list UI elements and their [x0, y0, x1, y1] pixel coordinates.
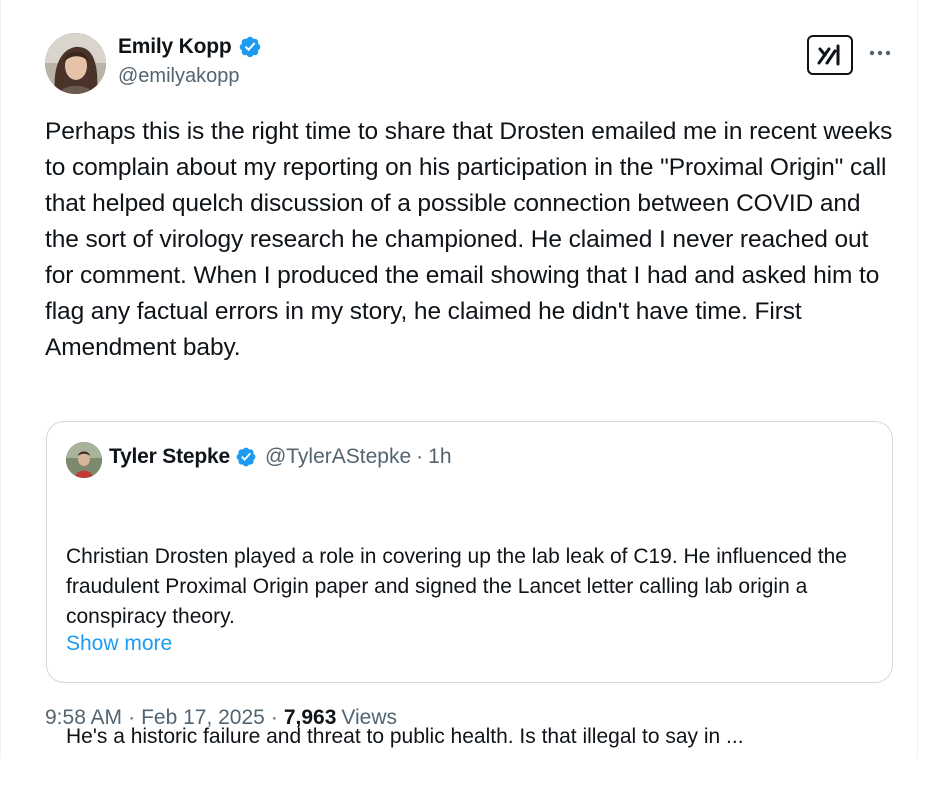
author-avatar[interactable] [45, 33, 106, 94]
more-options-icon [869, 50, 891, 56]
verified-badge-icon [239, 36, 260, 58]
quoted-timestamp[interactable]: 1h [428, 445, 451, 469]
separator-dot: · [128, 706, 136, 729]
quoted-author-name[interactable]: Tyler Stepke [109, 445, 230, 469]
quoted-author-row: Tyler Stepke @TylerAStepke · 1h [109, 445, 452, 469]
verified-badge-icon [236, 447, 256, 467]
grok-button[interactable] [807, 35, 853, 75]
author-name-row: Emily Kopp [118, 35, 262, 59]
quoted-tweet[interactable]: Tyler Stepke @TylerAStepke · 1h Christia… [46, 421, 893, 748]
quoted-tweet-text: Christian Drosten played a role in cover… [66, 482, 881, 812]
tweet-date[interactable]: Feb 17, 2025 [141, 706, 265, 730]
show-more-link[interactable]: Show more [66, 632, 172, 656]
tweet-text: Perhaps this is the right time to share … [45, 118, 899, 361]
tweet-meta: 9:58 AM · Feb 17, 2025 · 7,963 Views [45, 706, 397, 730]
separator-dot: · [416, 445, 424, 468]
views-count: 7,963 [283, 706, 337, 729]
author-handle[interactable]: @emilyakopp [118, 65, 239, 88]
quoted-paragraph: Christian Drosten played a role in cover… [66, 545, 853, 628]
separator-dot: · [270, 706, 278, 729]
author-name[interactable]: Emily Kopp [118, 35, 232, 59]
tweet-card: Emily Kopp @emilyakopp Perhaps this is t… [0, 0, 918, 758]
tweet-time[interactable]: 9:58 AM [45, 706, 122, 730]
grok-icon [817, 44, 840, 66]
more-options-button[interactable] [865, 38, 895, 68]
quoted-author-avatar[interactable] [66, 442, 102, 478]
quoted-author-handle[interactable]: @TylerAStepke [265, 445, 411, 469]
views-label: Views [341, 706, 398, 729]
